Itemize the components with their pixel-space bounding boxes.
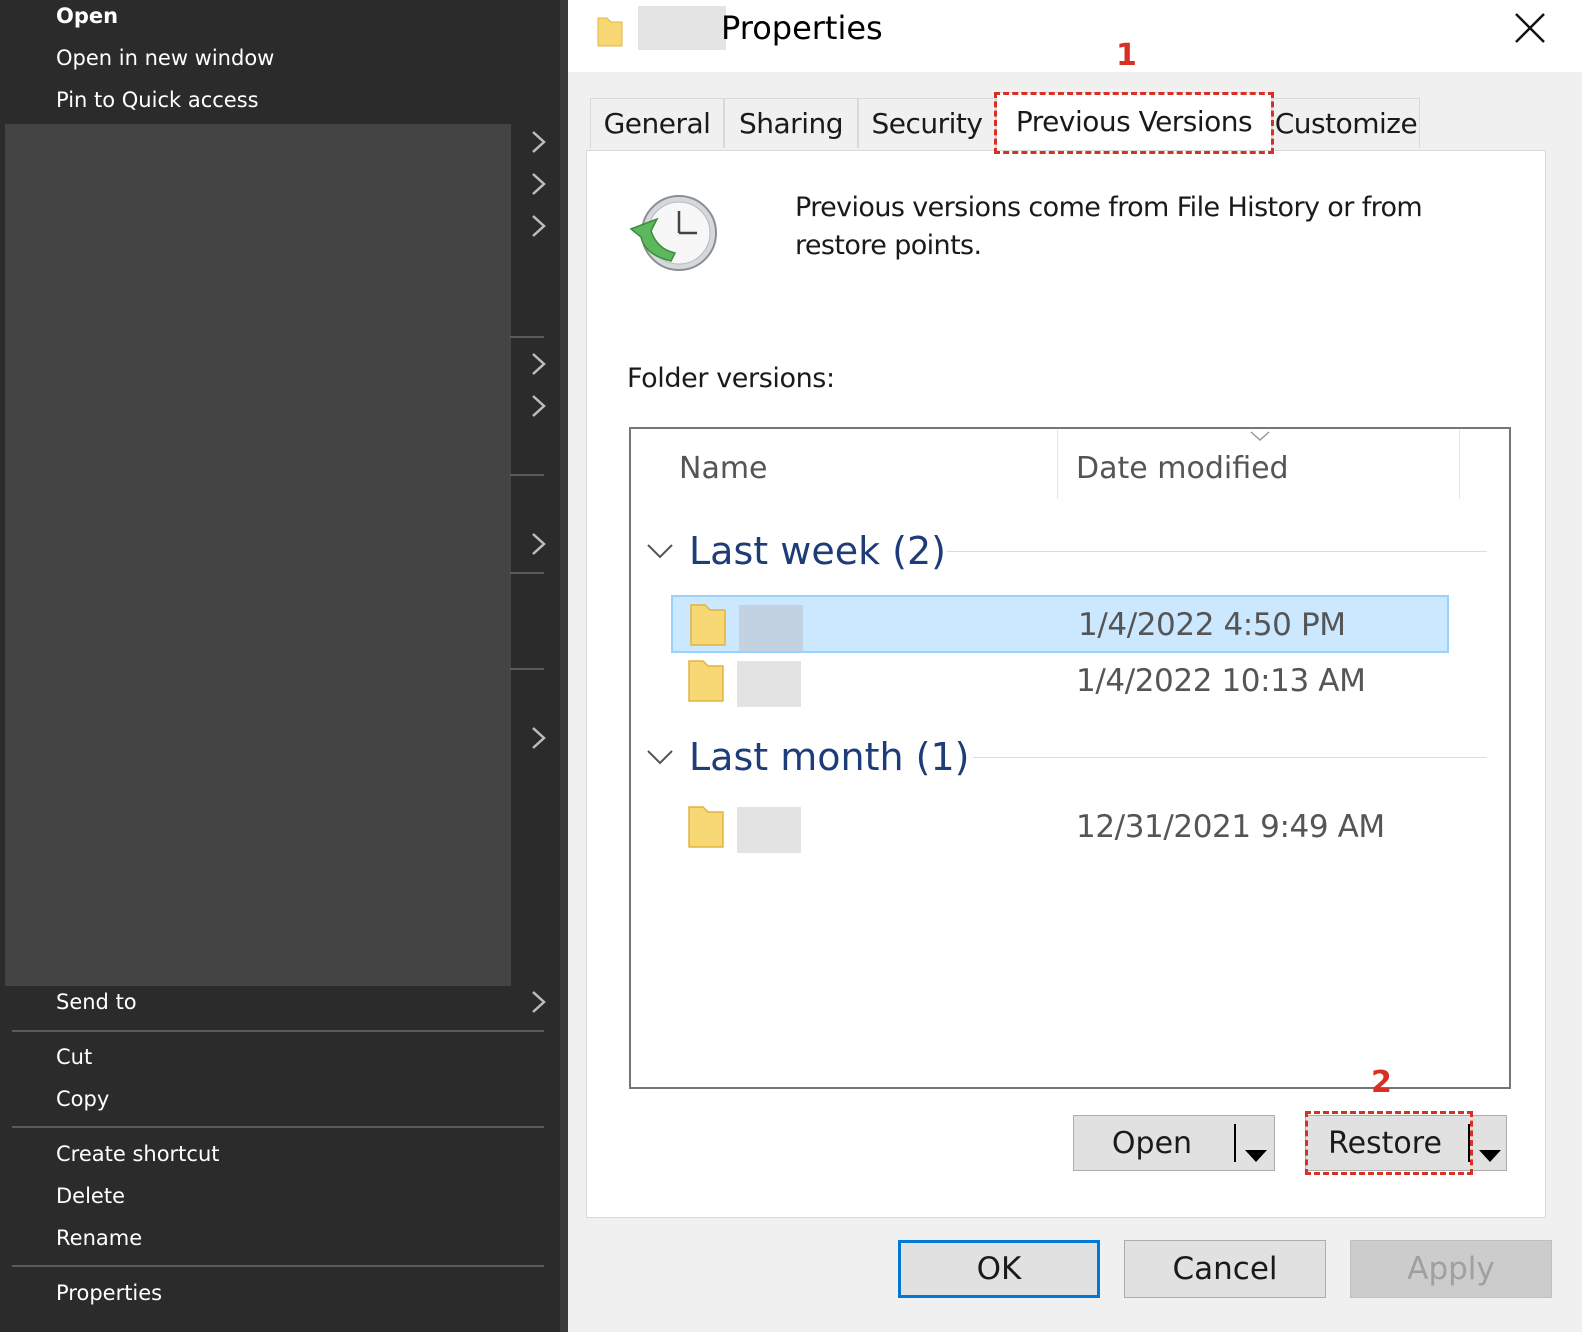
- menu-separator: [510, 572, 544, 574]
- chevron-right-icon: [528, 170, 548, 198]
- item-date-modified: 12/31/2021 9:49 AM: [1076, 809, 1385, 845]
- tab-security[interactable]: Security: [858, 98, 996, 148]
- menu-item-properties[interactable]: Properties: [56, 1279, 162, 1307]
- sort-indicator-icon: [1249, 429, 1271, 448]
- menu-separator: [510, 668, 544, 670]
- redacted-item-name: [739, 605, 803, 651]
- split-divider: [1468, 1124, 1470, 1162]
- chevron-right-icon: [528, 988, 548, 1016]
- restore-button-label: Restore: [1328, 1125, 1442, 1161]
- menu-separator: [12, 1265, 544, 1267]
- ok-button[interactable]: OK: [898, 1240, 1100, 1298]
- previous-versions-description: Previous versions come from File History…: [795, 192, 1423, 261]
- dropdown-arrow-icon[interactable]: [1478, 1136, 1502, 1171]
- close-button[interactable]: [1508, 8, 1552, 48]
- properties-dialog: Properties 1 General Sharing Security Pr…: [568, 0, 1582, 1332]
- restore-split-button[interactable]: Restore: [1305, 1115, 1507, 1171]
- dropdown-arrow-icon[interactable]: [1244, 1136, 1268, 1171]
- chevron-right-icon: [528, 350, 548, 378]
- folder-icon: [596, 14, 624, 52]
- annotation-step-1: 1: [1116, 38, 1137, 73]
- menu-item-delete[interactable]: Delete: [56, 1182, 125, 1210]
- annotation-step-2: 2: [1371, 1065, 1392, 1100]
- menu-separator: [510, 336, 544, 338]
- group-label: Last week (2): [689, 529, 946, 573]
- column-header-date-modified[interactable]: Date modified: [1076, 451, 1289, 486]
- menu-item-rename[interactable]: Rename: [56, 1224, 142, 1252]
- tab-sharing[interactable]: Sharing: [724, 98, 858, 148]
- title-bar: Properties: [568, 0, 1582, 72]
- cancel-button[interactable]: Cancel: [1124, 1240, 1326, 1298]
- apply-button[interactable]: Apply: [1350, 1240, 1552, 1298]
- list-item[interactable]: 1/4/2022 4:50 PM: [671, 595, 1449, 653]
- redacted-item-name: [737, 661, 801, 707]
- redacted-folder-name: [638, 6, 726, 50]
- menu-item-open[interactable]: Open: [56, 2, 118, 30]
- chevron-down-icon: [647, 750, 673, 765]
- column-divider: [1459, 429, 1460, 499]
- context-menu: Open Open in new window Pin to Quick acc…: [0, 0, 568, 1332]
- menu-item-pin-quick-access[interactable]: Pin to Quick access: [56, 86, 259, 114]
- column-header-name[interactable]: Name: [679, 451, 768, 486]
- list-item[interactable]: 1/4/2022 10:13 AM: [671, 653, 1449, 711]
- tab-general[interactable]: General: [590, 98, 724, 148]
- group-header-last-week[interactable]: Last week (2): [645, 529, 946, 573]
- chevron-right-icon: [528, 128, 548, 156]
- folder-icon: [687, 657, 725, 707]
- tab-customize[interactable]: Customize: [1272, 98, 1420, 148]
- menu-item-copy[interactable]: Copy: [56, 1085, 109, 1113]
- open-split-button[interactable]: Open: [1073, 1115, 1275, 1171]
- redacted-item-name: [737, 807, 801, 853]
- group-header-last-month[interactable]: Last month (1): [645, 735, 970, 779]
- chevron-right-icon: [528, 212, 548, 240]
- column-divider: [1057, 429, 1058, 499]
- menu-item-send-to[interactable]: Send to: [56, 988, 137, 1016]
- folder-versions-list[interactable]: Name Date modified Last week (2) 1/4/202…: [629, 427, 1511, 1089]
- dialog-title: Properties: [721, 9, 883, 47]
- menu-item-cut[interactable]: Cut: [56, 1043, 92, 1071]
- redacted-menu-region: [5, 124, 511, 986]
- tab-previous-versions[interactable]: Previous Versions: [996, 92, 1272, 150]
- group-divider: [973, 757, 1487, 758]
- window-edge: [560, 0, 568, 1332]
- item-date-modified: 1/4/2022 10:13 AM: [1076, 663, 1366, 699]
- folder-icon: [687, 803, 725, 853]
- chevron-right-icon: [528, 392, 548, 420]
- open-button-label: Open: [1111, 1125, 1193, 1161]
- item-date-modified: 1/4/2022 4:50 PM: [1078, 607, 1346, 643]
- menu-item-create-shortcut[interactable]: Create shortcut: [56, 1140, 220, 1168]
- menu-separator: [510, 474, 544, 476]
- menu-separator: [12, 1030, 544, 1032]
- group-label: Last month (1): [689, 735, 970, 779]
- group-divider: [947, 551, 1487, 552]
- folder-versions-label: Folder versions:: [627, 363, 835, 394]
- menu-item-open-new-window[interactable]: Open in new window: [56, 44, 274, 72]
- close-icon: [1515, 13, 1545, 43]
- chevron-down-icon: [647, 544, 673, 559]
- previous-versions-panel: Previous versions come from File History…: [586, 150, 1546, 1218]
- menu-separator: [12, 1126, 544, 1128]
- folder-icon: [689, 601, 727, 651]
- list-item[interactable]: 12/31/2021 9:49 AM: [671, 799, 1449, 857]
- chevron-right-icon: [528, 530, 548, 558]
- split-divider: [1234, 1124, 1236, 1162]
- chevron-right-icon: [528, 724, 548, 752]
- previous-versions-clock-icon: [627, 191, 723, 281]
